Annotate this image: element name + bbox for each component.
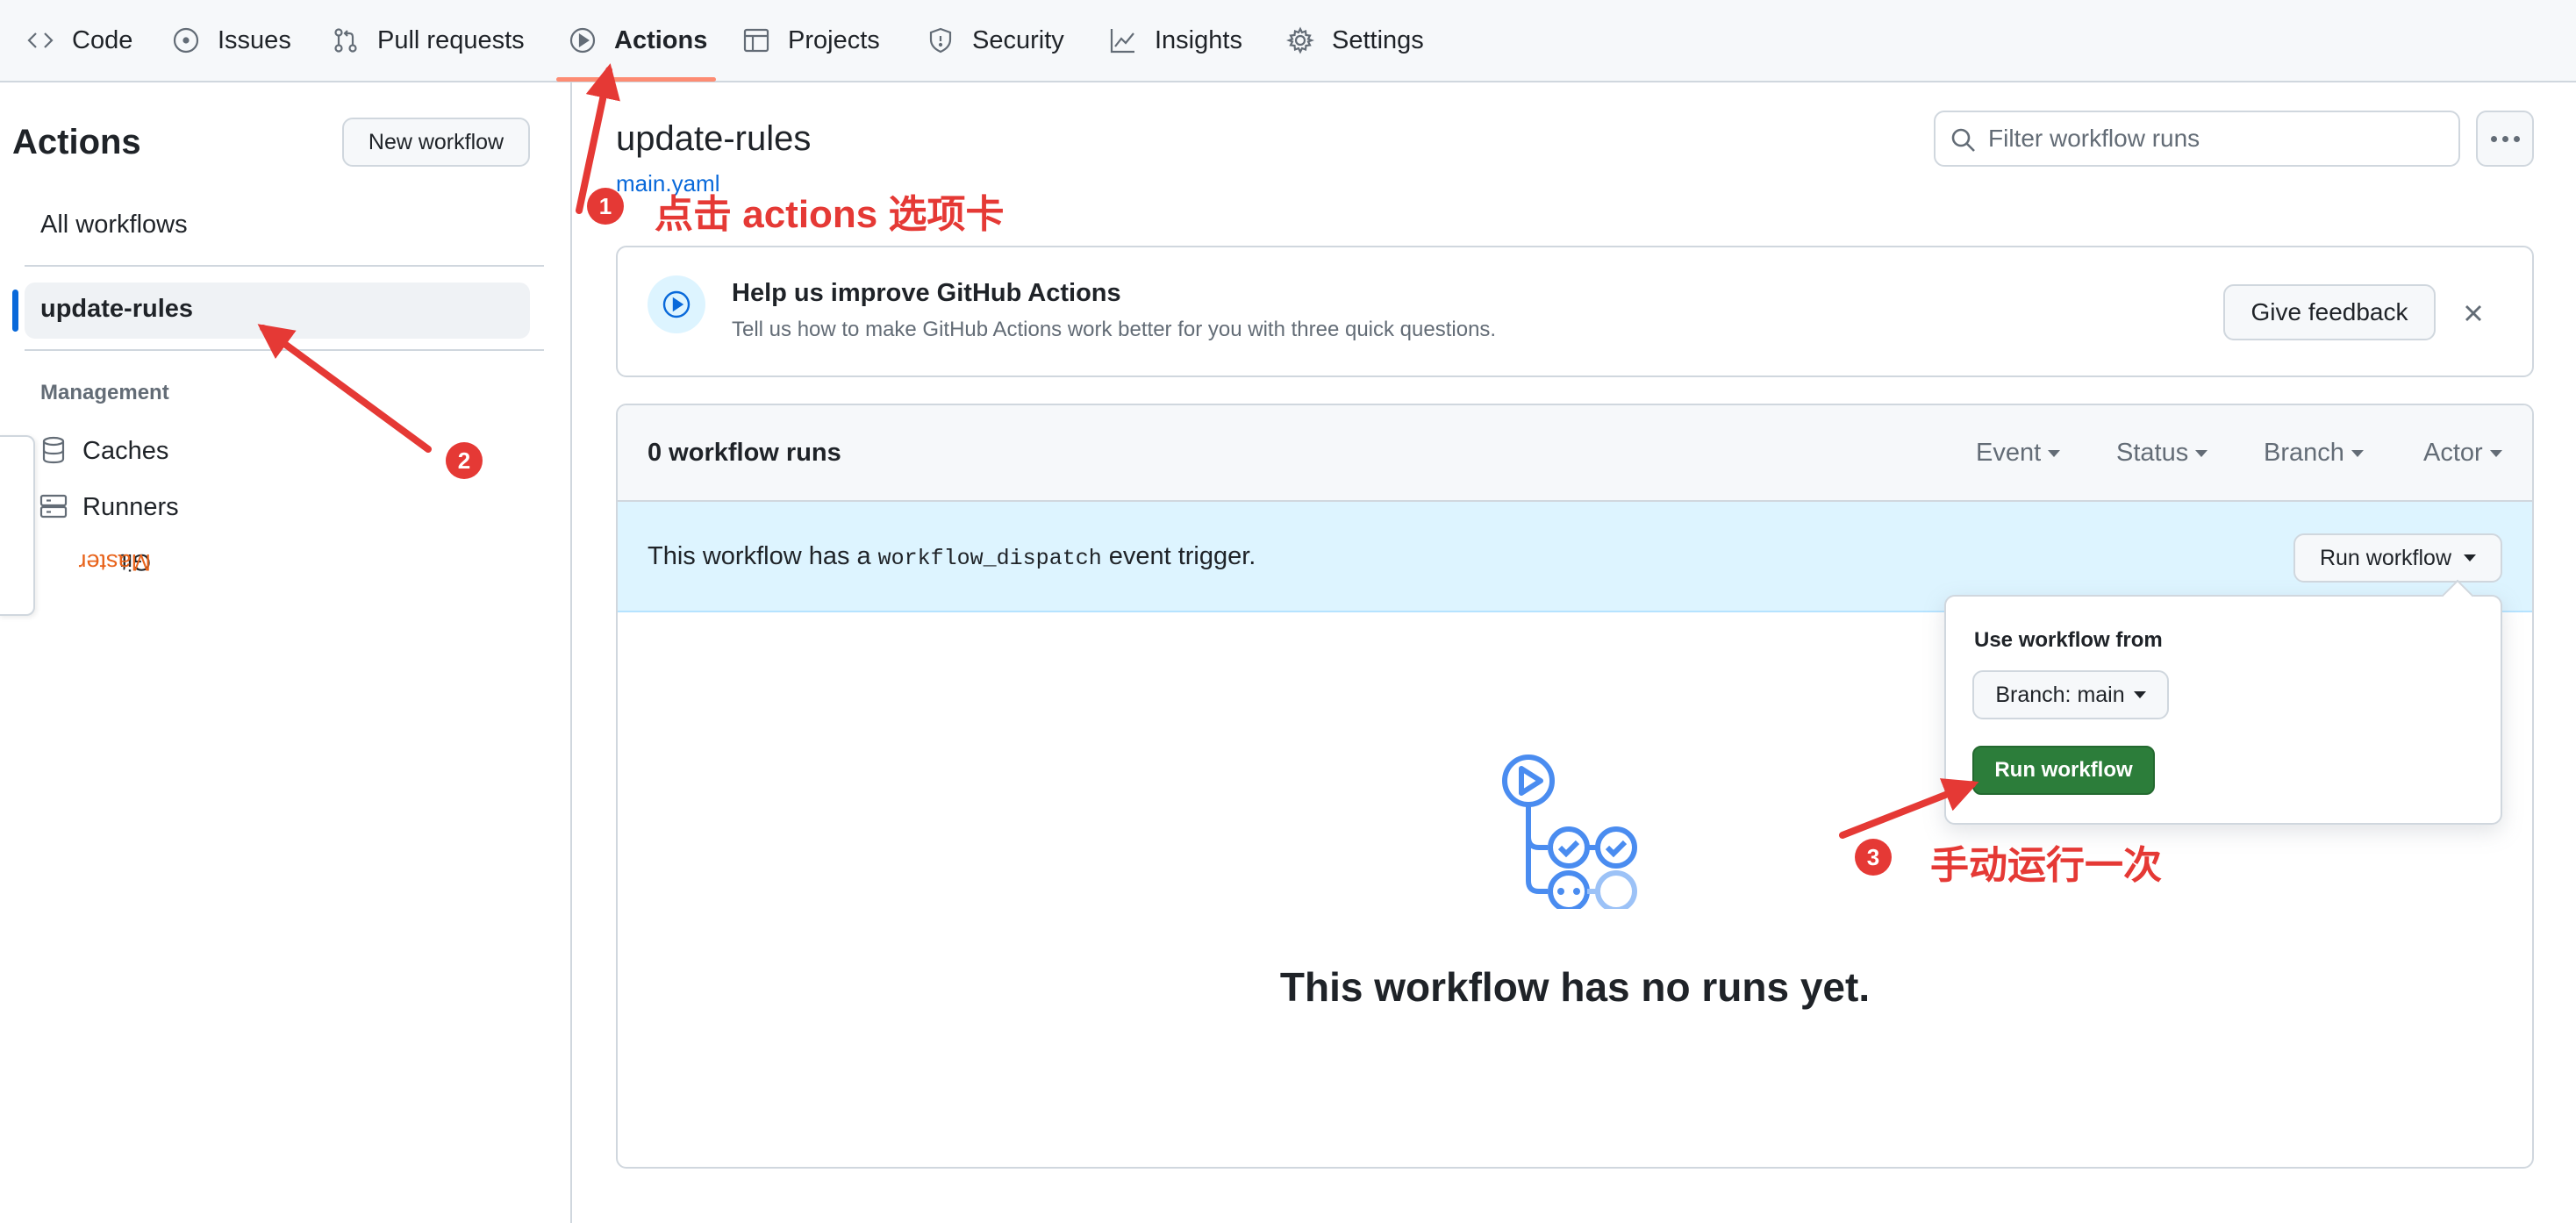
close-icon[interactable] xyxy=(2458,298,2488,328)
feedback-banner: Help us improve GitHub Actions Tell us h… xyxy=(616,246,2534,377)
sidebar-management-heading: Management xyxy=(40,381,169,404)
table-icon xyxy=(743,28,769,53)
caret-down-icon xyxy=(2351,449,2364,457)
sidebar-item-all-workflows[interactable]: All workflows xyxy=(40,211,188,240)
banner-subtitle: Tell us how to make GitHub Actions work … xyxy=(732,318,1497,341)
popover-label: Use workflow from xyxy=(1974,628,2163,652)
search-icon xyxy=(1951,128,1975,152)
tab-issues[interactable]: Issues xyxy=(172,0,291,81)
shield-icon xyxy=(929,27,952,54)
actor-filter[interactable]: Actor xyxy=(2423,439,2502,468)
caret-down-icon xyxy=(2195,449,2208,457)
dispatch-code: workflow_dispatch xyxy=(877,546,1102,571)
caret-down-icon xyxy=(2048,449,2061,457)
tab-settings[interactable]: Settings xyxy=(1286,0,1424,81)
graph-icon xyxy=(1110,29,1134,54)
tab-actions[interactable]: Actions xyxy=(569,0,707,81)
sidebar-divider xyxy=(25,349,544,351)
tab-projects[interactable]: Projects xyxy=(742,0,880,81)
database-icon xyxy=(42,436,65,464)
annotation-text-1: 点击 actions 选项卡 xyxy=(655,193,1005,236)
run-workflow-dropdown-button[interactable]: Run workflow xyxy=(2293,533,2502,583)
play-icon xyxy=(662,290,691,318)
kebab-dot-icon xyxy=(2490,135,2497,142)
run-workflow-submit-button[interactable]: Run workflow xyxy=(1972,746,2155,795)
event-filter[interactable]: Event xyxy=(1976,439,2061,468)
gear-icon xyxy=(1286,26,1314,54)
sidebar-active-indicator xyxy=(12,290,18,332)
annotation-text-3: 手动运行一次 xyxy=(1930,844,2162,887)
sidebar-title: Actions xyxy=(12,123,141,161)
status-filter[interactable]: Status xyxy=(2116,439,2208,468)
active-tab-underline xyxy=(556,77,716,82)
more-options-button[interactable] xyxy=(2476,111,2534,167)
code-icon xyxy=(27,32,54,48)
caret-down-icon xyxy=(2133,691,2146,698)
play-icon xyxy=(569,27,596,54)
runs-count: 0 workflow runs xyxy=(648,439,841,467)
annotation-badge-2: 2 xyxy=(446,442,483,479)
sidebar: Actions New workflow All workflows updat… xyxy=(0,82,572,1223)
sidebar-item-caches[interactable]: Caches xyxy=(82,437,168,466)
new-workflow-button[interactable]: New workflow xyxy=(342,118,530,167)
workflow-empty-illustration xyxy=(1502,755,1637,909)
server-icon xyxy=(39,494,68,519)
git-master-side-tab[interactable]: Git Master xyxy=(0,435,151,616)
tab-insights[interactable]: Insights xyxy=(1109,0,1242,81)
repo-nav: Code Issues Pull requests Actions Projec… xyxy=(0,0,2576,82)
filter-workflow-runs-input[interactable]: Filter workflow runs xyxy=(1934,111,2460,167)
sidebar-divider xyxy=(25,265,544,267)
annotation-badge-1: 1 xyxy=(587,188,624,225)
branch-filter[interactable]: Branch xyxy=(2264,439,2364,468)
dispatch-text: This workflow has a workflow_dispatch even… xyxy=(648,542,1256,571)
sidebar-item-runners[interactable]: Runners xyxy=(82,493,179,522)
pull-request-icon xyxy=(334,28,357,53)
run-workflow-popover: Use workflow from Branch: main Run workf… xyxy=(1944,595,2502,825)
caret-down-icon xyxy=(2464,554,2477,561)
git-master-name: Master xyxy=(78,549,151,576)
banner-icon xyxy=(648,275,705,333)
annotation-badge-3: 3 xyxy=(1855,839,1892,876)
issue-icon xyxy=(173,27,199,54)
caret-down-icon xyxy=(2489,449,2502,457)
give-feedback-button[interactable]: Give feedback xyxy=(2223,284,2436,340)
tab-security[interactable]: Security xyxy=(927,0,1064,81)
branch-select-button[interactable]: Branch: main xyxy=(1972,670,2169,719)
runs-header: 0 workflow runs Event Status Branch Acto… xyxy=(618,405,2532,502)
tab-pull-requests[interactable]: Pull requests xyxy=(332,0,525,81)
banner-title: Help us improve GitHub Actions xyxy=(732,279,1121,307)
empty-state-title: This workflow has no runs yet. xyxy=(1279,964,1871,1010)
sidebar-item-update-rules[interactable]: update-rules xyxy=(40,295,193,324)
workflow-title: update-rules xyxy=(616,119,812,158)
tab-code[interactable]: Code xyxy=(26,0,132,81)
